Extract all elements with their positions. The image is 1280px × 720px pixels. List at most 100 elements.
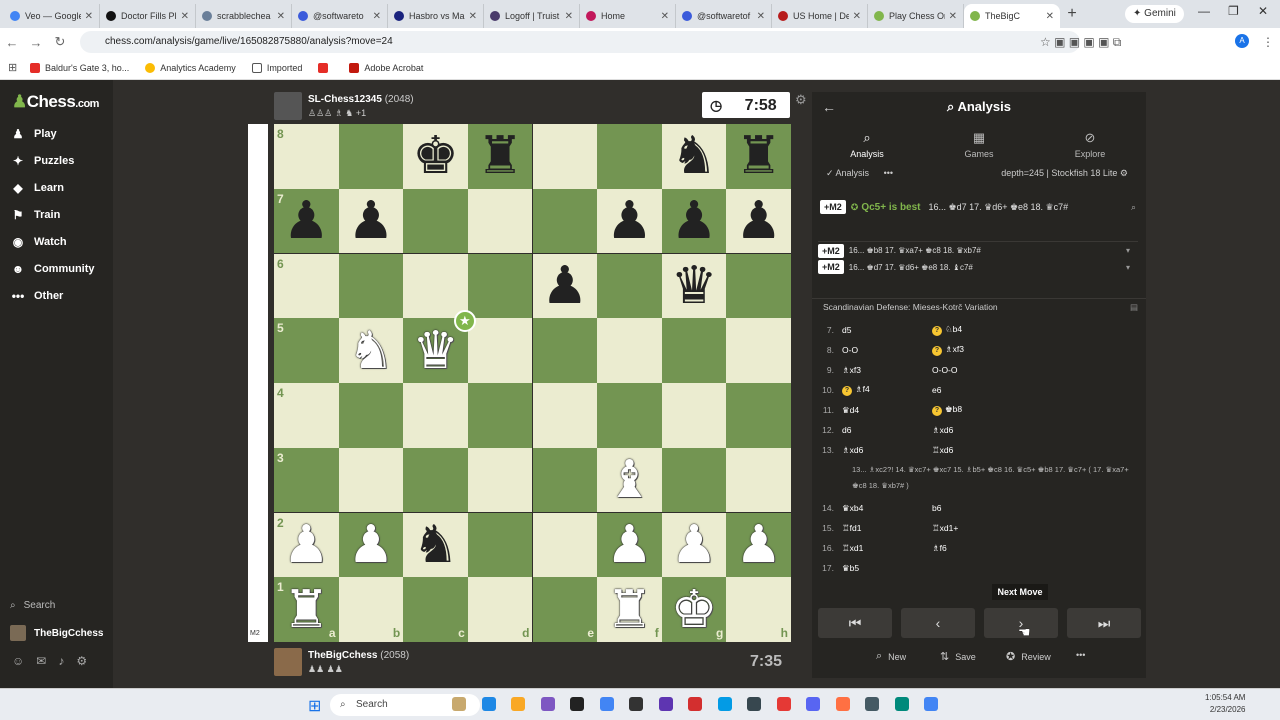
white-pawn-piece[interactable]: ♟ [671, 519, 718, 571]
white-pawn-piece[interactable]: ♟ [735, 519, 782, 571]
board-square-f8[interactable] [597, 124, 662, 189]
browser-tab[interactable]: US Home | De ✕ [772, 4, 868, 28]
board-square-f6[interactable] [597, 253, 662, 319]
url-field[interactable]: chess.com/analysis/game/live/16508287588… [80, 31, 1080, 53]
more-options-icon[interactable]: ••• [884, 168, 893, 178]
board-square-g6[interactable]: ♛ [661, 253, 727, 319]
black-move[interactable]: ? ♗xf3 [932, 344, 992, 356]
forward-icon[interactable]: → [24, 35, 48, 50]
first-move-button[interactable]: ⏮ [818, 608, 892, 638]
close-tab-icon[interactable]: ✕ [469, 11, 477, 22]
close-tab-icon[interactable]: ✕ [181, 11, 189, 22]
taskbar-app-icon[interactable] [865, 697, 879, 711]
browser-tab[interactable]: @softwareto ✕ [292, 4, 388, 28]
white-move[interactable]: ♖xd1 [842, 543, 902, 554]
white-pawn-piece[interactable]: ♟ [606, 519, 653, 571]
white-move[interactable]: O-O [842, 345, 902, 355]
board-square-d6[interactable] [467, 253, 533, 319]
reload-icon[interactable]: ↻ [48, 34, 72, 50]
new-button[interactable]: ⌕ New [876, 650, 906, 663]
board-square-h3[interactable] [726, 447, 791, 513]
new-tab-button[interactable]: + [1060, 5, 1084, 23]
minimize-icon[interactable]: — [1198, 4, 1210, 18]
black-move[interactable]: e6 [932, 385, 992, 395]
profile-avatar[interactable]: A [1235, 34, 1249, 48]
sidebar-user[interactable]: TheBigCchess [10, 625, 103, 641]
white-move[interactable]: ♖fd1 [842, 523, 902, 534]
browser-tab[interactable]: @softwaretof ✕ [676, 4, 772, 28]
board-square-e6[interactable]: ♟ [532, 253, 598, 319]
board-square-b3[interactable] [338, 447, 404, 513]
board-square-a6[interactable]: 6 [274, 253, 339, 319]
white-knight-piece[interactable]: ♞ [348, 325, 395, 377]
white-move[interactable]: ? ♗f4 [842, 384, 902, 396]
black-knight-piece[interactable]: ♞ [412, 519, 459, 571]
top-player-info[interactable]: SL-Chess12345 (2048) ♙♙♙ ♗ ♞ +1 [274, 92, 414, 120]
taskbar-app-icon[interactable] [776, 697, 791, 711]
bookmark-youtube[interactable] [318, 62, 333, 73]
black-pawn-piece[interactable]: ♟ [606, 195, 653, 247]
tab-analysis[interactable]: ⌕ Analysis [827, 130, 907, 159]
analysis-toggle[interactable]: ✓ Analysis [826, 168, 869, 178]
tab-games[interactable]: ▦ Games [939, 130, 1019, 159]
board-settings-icon[interactable]: ⚙ [795, 92, 807, 108]
friends-icon[interactable]: ☺ [12, 654, 36, 668]
close-tab-icon[interactable]: ✕ [853, 11, 861, 22]
white-move[interactable]: ♛b5 [842, 563, 902, 574]
board-square-e5[interactable] [532, 318, 598, 383]
taskbar-app-icon[interactable] [747, 697, 761, 711]
close-tab-icon[interactable]: ✕ [373, 11, 381, 22]
best-move-row[interactable]: +M2 ✪ Qc5+ is best 16... ♚d7 17. ♛d6+ ♚e… [820, 196, 1140, 218]
board-square-e2[interactable] [532, 512, 598, 578]
sidebar-item-puzzles[interactable]: ✦ Puzzles [10, 152, 74, 170]
board-square-g8[interactable]: ♞ [661, 124, 727, 189]
board-square-h5[interactable] [726, 318, 791, 383]
taskbar-app-icon[interactable] [629, 697, 643, 711]
board-square-f4[interactable] [597, 383, 662, 448]
board-square-b1[interactable]: b [338, 577, 404, 642]
taskbar-app-icon[interactable] [717, 697, 732, 711]
board-square-c4[interactable] [403, 383, 468, 448]
sidebar-item-learn[interactable]: ◆ Learn [10, 179, 64, 197]
board-square-f5[interactable] [597, 318, 662, 383]
board-square-g4[interactable] [661, 383, 727, 448]
bottom-player-info[interactable]: TheBigCchess (2058) ♟♟ ♟♟ [274, 648, 409, 676]
board-square-e3[interactable] [532, 447, 598, 513]
maximize-icon[interactable]: ❐ [1228, 4, 1239, 18]
board-square-c5[interactable]: ♛ ★ [403, 310, 476, 383]
board-square-e7[interactable] [532, 188, 598, 254]
chevron-down-icon[interactable]: ▾ [1126, 246, 1130, 255]
mail-icon[interactable]: ✉ [36, 654, 58, 668]
board-square-c8[interactable]: ♚ [403, 124, 468, 189]
taskbar-app-icon[interactable] [835, 697, 850, 711]
board-square-b7[interactable]: ♟ [338, 188, 404, 254]
taskbar-app-icon[interactable] [688, 697, 702, 711]
browser-tab[interactable]: Logoff | Truist ✕ [484, 4, 580, 28]
board-square-a4[interactable]: 4 [274, 383, 339, 448]
board-square-d3[interactable] [467, 447, 533, 513]
board-square-e8[interactable] [532, 124, 598, 189]
taskbar-app-icon[interactable] [924, 697, 938, 711]
board-square-a7[interactable]: 7 ♟ [274, 188, 339, 254]
board-square-h8[interactable]: ♜ [726, 124, 791, 189]
taskbar-app-icon[interactable] [540, 697, 555, 711]
board-square-e1[interactable]: e [532, 577, 598, 642]
black-move[interactable]: ♖xd1+ [932, 523, 992, 534]
browser-tab[interactable]: Doctor Fills Pl ✕ [100, 4, 196, 28]
black-queen-piece[interactable]: ♛ [671, 260, 718, 312]
taskbar-app-icon[interactable] [570, 697, 584, 711]
board-square-h7[interactable]: ♟ [726, 188, 791, 254]
board-square-c1[interactable]: c [403, 577, 468, 642]
white-rook-piece[interactable]: ♜ [283, 584, 330, 636]
last-move-button[interactable]: ⏭ [1067, 608, 1141, 638]
board-square-e4[interactable] [532, 383, 598, 448]
close-tab-icon[interactable]: ✕ [1046, 11, 1054, 22]
taskbar-app-icon[interactable] [894, 697, 909, 711]
white-move[interactable]: ♛d4 [842, 405, 902, 416]
board-square-g5[interactable] [661, 318, 727, 383]
black-move[interactable]: ♗f6 [932, 543, 992, 554]
browser-tab[interactable]: Hasbro vs Ma ✕ [388, 4, 484, 28]
engine-line-1[interactable]: +M2 16... ♚b8 17. ♛xa7+ ♚c8 18. ♛xb7# ▾ [818, 241, 1138, 258]
sidebar-item-other[interactable]: ••• Other [10, 287, 64, 305]
board-square-d7[interactable] [467, 188, 533, 254]
